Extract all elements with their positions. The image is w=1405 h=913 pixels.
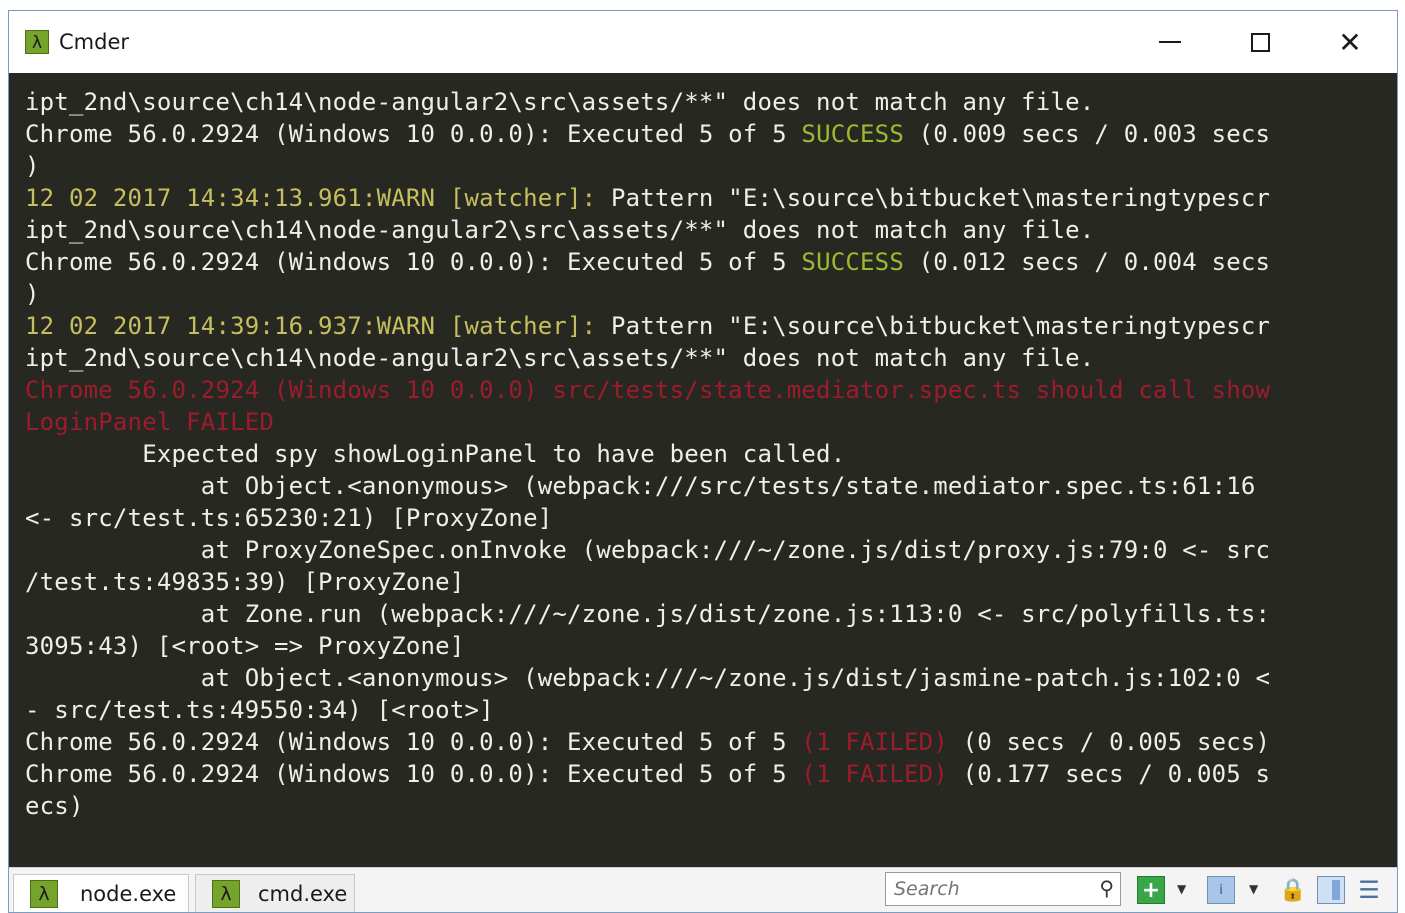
search-input[interactable] <box>892 873 1086 905</box>
close-icon: ✕ <box>1338 25 1362 59</box>
console-segment: ecs) <box>25 792 84 820</box>
window-title: Cmder <box>59 30 130 54</box>
console-line: LoginPanel FAILED <box>25 406 274 438</box>
close-button[interactable]: ✕ <box>1305 11 1395 73</box>
console-output[interactable]: ipt_2nd\source\ch14\node-angular2\src\as… <box>9 73 1397 873</box>
console-segment: Chrome 56.0.2924 (Windows 10 0.0.0): Exe… <box>25 728 802 756</box>
console-segment: 12 02 2017 14:34:13.961:WARN [watcher]: <box>25 184 597 212</box>
tab-node-exe[interactable]: λ node.exe <box>13 874 189 912</box>
console-line: Chrome 56.0.2924 (Windows 10 0.0.0) src/… <box>25 374 1270 406</box>
search-icon[interactable]: ⚲ <box>1099 876 1114 900</box>
lambda-icon: λ <box>212 879 240 908</box>
console-segment: at Zone.run (webpack:///~/zone.js/dist/z… <box>25 600 1271 628</box>
lambda-icon: λ <box>30 879 58 908</box>
console-segment: at Object.<anonymous> (webpack:///~/zone… <box>25 664 1271 692</box>
console-line: ipt_2nd\source\ch14\node-angular2\src\as… <box>25 342 1094 374</box>
console-segment: ) <box>25 280 40 308</box>
console-segment: (0.177 secs / 0.005 s <box>947 760 1271 788</box>
console-segment: SUCCESS <box>801 120 904 148</box>
tab-label: cmd.exe <box>258 881 348 906</box>
console-segment: (0 secs / 0.005 secs) <box>947 728 1271 756</box>
console-segment: at Object.<anonymous> (webpack:///src/te… <box>25 472 1256 500</box>
console-line: Chrome 56.0.2924 (Windows 10 0.0.0): Exe… <box>25 758 1270 790</box>
plus-icon[interactable]: + <box>1137 876 1165 904</box>
console-segment: (0.009 secs / 0.003 secs <box>903 120 1271 148</box>
console-line: ipt_2nd\source\ch14\node-angular2\src\as… <box>25 214 1094 246</box>
tab-cmd-exe[interactable]: λ cmd.exe <box>195 874 355 912</box>
menu-icon[interactable]: ☰ <box>1355 876 1383 904</box>
console-line: Chrome 56.0.2924 (Windows 10 0.0.0): Exe… <box>25 246 1270 278</box>
console-segment: /test.ts:49835:39) [ProxyZone] <box>25 568 465 596</box>
console-segment: Pattern "E:\source\bitbucket\masteringty… <box>596 184 1271 212</box>
console-line: Chrome 56.0.2924 (Windows 10 0.0.0): Exe… <box>25 118 1270 150</box>
console-segment: Pattern "E:\source\bitbucket\masteringty… <box>596 312 1271 340</box>
console-segment: ipt_2nd\source\ch14\node-angular2\src\as… <box>25 344 1095 372</box>
title-bar[interactable]: λ Cmder ✕ <box>9 11 1397 73</box>
console-segment: LoginPanel FAILED <box>25 408 275 436</box>
search-box: ⚲ <box>885 872 1121 906</box>
console-line: at Zone.run (webpack:///~/zone.js/dist/z… <box>25 598 1270 630</box>
console-line: at ProxyZoneSpec.onInvoke (webpack:///~/… <box>25 534 1270 566</box>
maximize-button[interactable] <box>1215 11 1305 73</box>
console-line: - src/test.ts:49550:34) [<root>] <box>25 694 494 726</box>
console-segment: at ProxyZoneSpec.onInvoke (webpack:///~/… <box>25 536 1271 564</box>
console-line: ) <box>25 278 40 310</box>
split-view-icon[interactable] <box>1317 876 1345 904</box>
console-segment: Chrome 56.0.2924 (Windows 10 0.0.0): Exe… <box>25 120 802 148</box>
chevron-down-icon[interactable]: ▼ <box>1249 882 1258 896</box>
console-line: Chrome 56.0.2924 (Windows 10 0.0.0): Exe… <box>25 726 1270 758</box>
console-line: at Object.<anonymous> (webpack:///src/te… <box>25 470 1256 502</box>
console-line: <- src/test.ts:65230:21) [ProxyZone] <box>25 502 552 534</box>
console-segment: (0.012 secs / 0.004 secs <box>903 248 1271 276</box>
console-segment: SUCCESS <box>801 248 904 276</box>
console-segment: (1 FAILED) <box>801 728 948 756</box>
console-segment: Chrome 56.0.2924 (Windows 10 0.0.0): Exe… <box>25 248 802 276</box>
console-line: 3095:43) [<root> => ProxyZone] <box>25 630 464 662</box>
console-segment: Chrome 56.0.2924 (Windows 10 0.0.0) src/… <box>25 376 1271 404</box>
console-segment: (1 FAILED) <box>801 760 948 788</box>
console-line: 12 02 2017 14:34:13.961:WARN [watcher]: … <box>25 182 1270 214</box>
info-icon[interactable]: i <box>1207 876 1235 904</box>
chevron-down-icon[interactable]: ▼ <box>1177 882 1186 896</box>
tab-bar: λ node.exe λ cmd.exe ⚲ + ▼ i ▼ 🔒 ☰ <box>9 867 1397 912</box>
console-segment: 12 02 2017 14:39:16.937:WARN [watcher]: <box>25 312 597 340</box>
maximize-icon <box>1250 32 1270 52</box>
console-segment: ) <box>25 152 40 180</box>
console-line: ) <box>25 150 40 182</box>
console-segment: <- src/test.ts:65230:21) [ProxyZone] <box>25 504 553 532</box>
minimize-button[interactable] <box>1125 11 1215 73</box>
console-line: 12 02 2017 14:39:16.937:WARN [watcher]: … <box>25 310 1270 342</box>
console-segment: ipt_2nd\source\ch14\node-angular2\src\as… <box>25 88 1095 116</box>
console-segment: Expected spy showLoginPanel to have been… <box>25 440 846 468</box>
console-segment: 3095:43) [<root> => ProxyZone] <box>25 632 465 660</box>
console-line: /test.ts:49835:39) [ProxyZone] <box>25 566 464 598</box>
minimize-icon <box>1159 41 1181 43</box>
console-segment: ipt_2nd\source\ch14\node-angular2\src\as… <box>25 216 1095 244</box>
lambda-icon: λ <box>25 30 49 54</box>
console-line: ipt_2nd\source\ch14\node-angular2\src\as… <box>25 86 1094 118</box>
tab-label: node.exe <box>80 881 177 906</box>
console-segment: Chrome 56.0.2924 (Windows 10 0.0.0): Exe… <box>25 760 802 788</box>
console-line: at Object.<anonymous> (webpack:///~/zone… <box>25 662 1270 694</box>
cmder-window: λ Cmder ✕ ipt_2nd\source\ch14\node-angul… <box>8 10 1398 913</box>
lock-icon[interactable]: 🔒 <box>1279 876 1307 904</box>
console-line: ecs) <box>25 790 84 822</box>
console-segment: - src/test.ts:49550:34) [<root>] <box>25 696 494 724</box>
console-line: Expected spy showLoginPanel to have been… <box>25 438 845 470</box>
